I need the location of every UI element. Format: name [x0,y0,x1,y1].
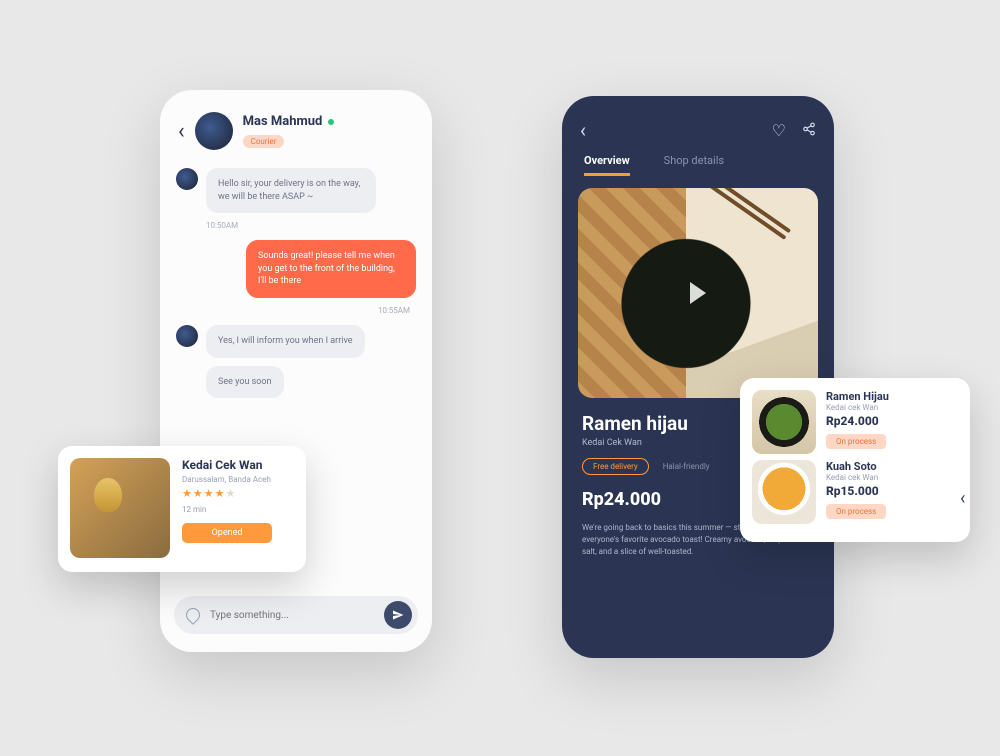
avatar[interactable] [195,112,233,150]
rating-stars-icon: ★★★★★ [182,487,294,500]
product-tabs: Overview Shop details [562,154,834,176]
status-badge: On process [826,434,886,449]
back-icon[interactable]: ‹ [178,119,185,144]
send-button[interactable] [384,601,412,629]
free-delivery-badge: Free delivery [582,458,649,475]
timestamp: 10:55AM [176,306,410,315]
order-name: Ramen Hijau [826,390,889,403]
message-incoming: Hello sir, your delivery is on the way, … [206,168,376,213]
product-topbar: ‹ ♡ [562,96,834,154]
status-badge: On process [826,504,886,519]
order-item[interactable]: Kuah Soto Kedai cek Wan Rp15.000 On proc… [752,460,958,524]
role-badge: Courier [243,135,285,148]
tab-shop-details[interactable]: Shop details [664,154,724,176]
orders-card: Ramen Hijau Kedai cek Wan Rp24.000 On pr… [740,378,970,542]
message-incoming: Yes, I will inform you when I arrive [206,325,365,358]
chat-header: ‹ Mas Mahmud Courier [160,90,432,160]
contact-name: Mas Mahmud [243,114,323,129]
shop-card[interactable]: Kedai Cek Wan Darussalam, Banda Aceh ★★★… [58,446,306,572]
product-screen: ‹ ♡ Overview Shop details Ramen hijau Ke… [562,96,834,658]
order-shop: Kedai cek Wan [826,473,886,482]
avatar [176,168,198,190]
open-badge: Opened [182,523,272,543]
shop-address: Darussalam, Banda Aceh [182,475,294,484]
order-price: Rp15.000 [826,484,886,498]
order-shop: Kedai cek Wan [826,403,889,412]
tab-overview[interactable]: Overview [584,154,630,176]
message-thread: Hello sir, your delivery is on the way, … [160,160,432,398]
shop-photo [70,458,170,558]
order-thumb [752,390,816,454]
order-thumb [752,460,816,524]
shop-name: Kedai Cek Wan [182,458,294,472]
message-composer [174,596,418,634]
attachment-icon[interactable] [186,608,200,622]
online-dot-icon [328,119,334,125]
message-input[interactable] [210,610,374,621]
avatar [176,325,198,347]
timestamp: 10:50AM [206,221,416,230]
halal-label: Halal-friendly [663,462,710,471]
chevron-left-icon[interactable]: ‹ [960,488,965,509]
order-item[interactable]: Ramen Hijau Kedai cek Wan Rp24.000 On pr… [752,390,958,454]
shop-eta: 12 min [182,505,294,514]
order-price: Rp24.000 [826,414,889,428]
product-hero[interactable] [578,188,818,398]
message-outgoing: Sounds great! please tell me when you ge… [246,240,416,298]
order-name: Kuah Soto [826,460,886,473]
message-incoming: See you soon [206,366,284,399]
back-icon[interactable]: ‹ [580,118,586,142]
heart-icon[interactable]: ♡ [772,121,786,140]
play-icon[interactable] [690,282,706,304]
share-icon[interactable] [802,121,816,140]
